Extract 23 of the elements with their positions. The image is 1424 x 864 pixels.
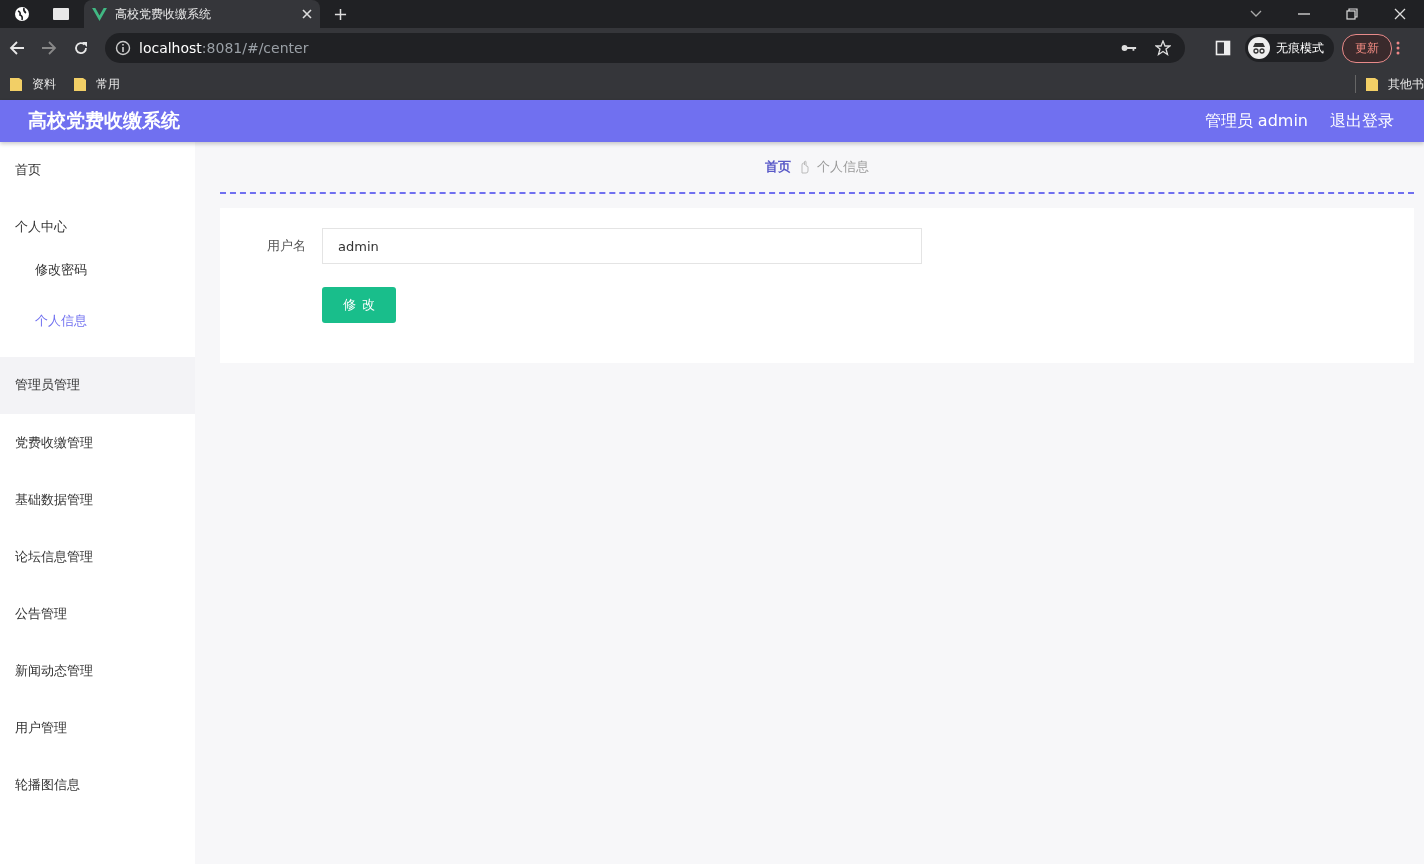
menu-item[interactable]: 管理员管理 [0, 357, 195, 414]
address-bar[interactable]: localhost:8081/#/center [105, 33, 1185, 63]
menu-item[interactable]: 轮播图信息 [0, 770, 195, 827]
menu-item[interactable]: 用户管理 [0, 713, 195, 770]
update-button[interactable]: 更新 [1342, 33, 1392, 63]
menu-item[interactable]: 论坛信息管理 [0, 542, 195, 599]
logout-link[interactable]: 退出登录 [1330, 110, 1394, 132]
submenu-item[interactable]: 修改密码 [0, 259, 195, 310]
breadcrumb-link[interactable]: 首页 [765, 158, 791, 176]
field-label: 用户名 [267, 237, 307, 255]
menu-item[interactable]: 新闻动态管理 [0, 656, 195, 713]
menu-item[interactable]: 基础数据管理 [0, 485, 195, 542]
menu-item[interactable]: 党费收缴管理 [0, 428, 195, 485]
bookmark-folder[interactable]: 常用 [74, 75, 120, 93]
app-title: 高校党费收缴系统 [28, 108, 180, 133]
bookmark-folder[interactable]: 其他书 [1366, 75, 1424, 93]
menu-item[interactable]: 公告管理 [0, 599, 195, 656]
incognito-profile[interactable]: 无痕模式 [1245, 34, 1334, 62]
bookmark-folder[interactable]: 资料 [10, 75, 56, 93]
current-user: 管理员 admin [1204, 110, 1308, 132]
menu-item[interactable]: 首页 [0, 155, 195, 212]
browser-tab[interactable]: 高校党费收缴系统 [84, 0, 320, 28]
username-field[interactable]: admin [322, 228, 922, 264]
